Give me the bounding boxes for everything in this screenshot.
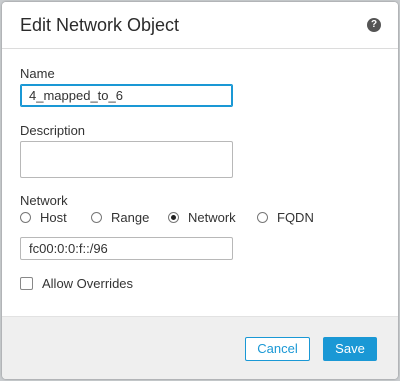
save-button[interactable]: Save	[323, 337, 377, 361]
network-label: Network	[20, 193, 68, 208]
radio-host-label: Host	[40, 210, 67, 225]
radio-range-label: Range	[111, 210, 150, 225]
edit-network-object-dialog: Edit Network Object ? Name Description N…	[2, 2, 398, 379]
network-value-field[interactable]	[20, 237, 233, 260]
help-icon[interactable]: ?	[367, 18, 381, 32]
radio-range-button[interactable]	[91, 212, 102, 223]
description-label: Description	[20, 123, 86, 138]
radio-fqdn-button[interactable]	[257, 212, 268, 223]
name-field[interactable]	[20, 84, 233, 107]
dialog-header: Edit Network Object ?	[2, 2, 398, 49]
dialog-body: Name Description Network Host Range Netw…	[2, 49, 398, 316]
cancel-button[interactable]: Cancel	[245, 337, 310, 361]
radio-selected-dot	[171, 215, 176, 220]
radio-network-button[interactable]	[168, 212, 179, 223]
dialog-footer: Cancel Save	[2, 316, 398, 379]
dialog-title: Edit Network Object	[20, 15, 180, 35]
allow-overrides-label: Allow Overrides	[42, 276, 134, 291]
description-field[interactable]	[20, 141, 233, 178]
radio-network-label: Network	[188, 210, 236, 225]
radio-host-button[interactable]	[20, 212, 31, 223]
radio-fqdn-label: FQDN	[277, 210, 314, 225]
allow-overrides-checkbox[interactable]	[20, 277, 33, 290]
name-label: Name	[20, 66, 55, 81]
